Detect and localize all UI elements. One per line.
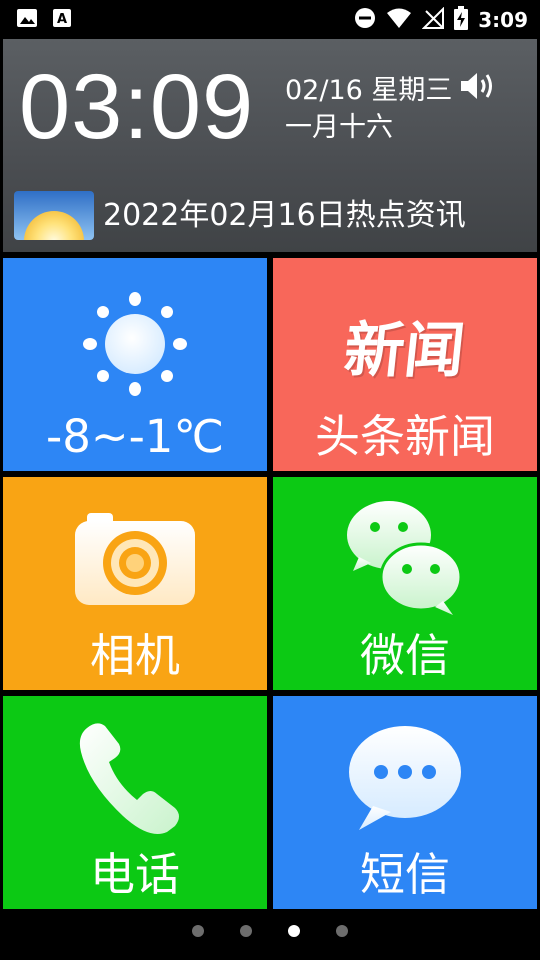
message-bubble-icon bbox=[345, 722, 465, 838]
news-label: 头条新闻 bbox=[314, 410, 495, 463]
speaker-icon[interactable] bbox=[458, 69, 498, 112]
sms-label: 短信 bbox=[359, 848, 450, 901]
page-dot[interactable] bbox=[240, 925, 252, 937]
wifi-icon bbox=[386, 7, 412, 33]
image-icon bbox=[16, 8, 38, 32]
camera-icon bbox=[73, 509, 197, 613]
status-time: 3:09 bbox=[478, 8, 528, 32]
weather-temperature: -8~-1℃ bbox=[46, 410, 224, 463]
camera-tile[interactable]: 相机 bbox=[3, 477, 267, 690]
news-logo: 新闻 bbox=[340, 316, 469, 386]
phone-icon bbox=[75, 718, 195, 840]
svg-text:A: A bbox=[57, 12, 67, 27]
clock-widget[interactable]: 03:09 02/16 星期三 一月十六 2022年02月16日热点资讯 bbox=[3, 39, 537, 252]
page-indicator bbox=[0, 922, 540, 940]
weather-tile[interactable]: -8~-1℃ bbox=[3, 258, 267, 471]
news-headline: 2022年02月16日热点资讯 bbox=[103, 197, 466, 233]
news-tile[interactable]: 新闻 头条新闻 bbox=[273, 258, 537, 471]
battery-charging-icon bbox=[454, 6, 469, 34]
sun-icon bbox=[83, 292, 187, 400]
lunar-date: 一月十六 bbox=[285, 112, 393, 143]
date-text: 02/16 星期三 bbox=[285, 74, 453, 106]
date-row: 02/16 星期三 bbox=[285, 69, 498, 112]
page-dot[interactable] bbox=[192, 925, 204, 937]
page-dot-active[interactable] bbox=[288, 925, 300, 937]
wechat-label: 微信 bbox=[359, 629, 450, 682]
camera-label: 相机 bbox=[89, 629, 180, 682]
clock-time: 03:09 bbox=[19, 56, 255, 158]
wechat-tile[interactable]: 微信 bbox=[273, 477, 537, 690]
no-signal-icon bbox=[421, 6, 445, 33]
sunrise-icon bbox=[14, 191, 94, 240]
phone-tile[interactable]: 电话 bbox=[3, 696, 267, 909]
do-not-disturb-icon bbox=[354, 7, 376, 33]
sms-tile[interactable]: 短信 bbox=[273, 696, 537, 909]
page-dot[interactable] bbox=[336, 925, 348, 937]
news-headline-row[interactable]: 2022年02月16日热点资讯 bbox=[14, 191, 466, 240]
phone-label: 电话 bbox=[89, 848, 180, 901]
wechat-icon bbox=[345, 497, 465, 623]
text-a-icon: A bbox=[52, 8, 72, 32]
status-bar: A 3:09 bbox=[0, 0, 540, 36]
